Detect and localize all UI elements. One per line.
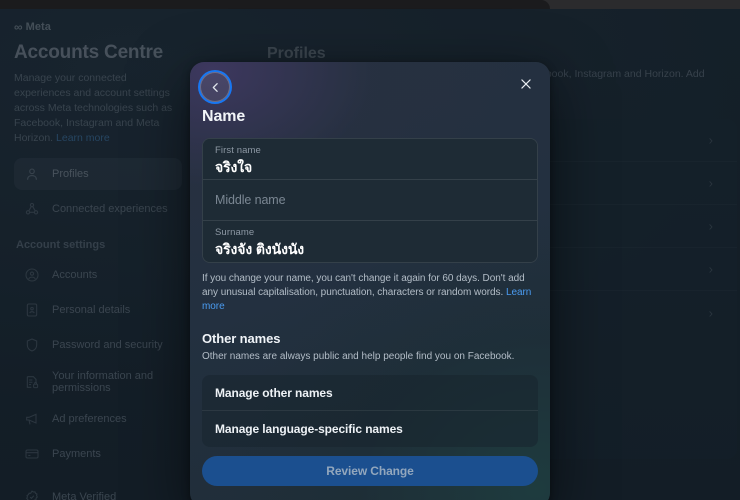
other-names-description: Other names are always public and help p… — [202, 351, 515, 362]
app-root: Profiles ebook, Instagram and Horizon. A… — [0, 0, 740, 500]
other-names-title: Other names — [202, 331, 281, 346]
surname-label: Surname — [215, 227, 255, 238]
browser-chrome-bar — [0, 0, 740, 9]
close-icon — [521, 79, 531, 89]
review-change-button[interactable]: Review Change — [202, 456, 538, 486]
dialog-header — [190, 62, 550, 112]
manage-language-specific-names-row[interactable]: Manage language-specific names — [202, 411, 538, 447]
back-button[interactable] — [200, 72, 230, 102]
manage-other-names-row[interactable]: Manage other names — [202, 375, 538, 411]
middle-name-field[interactable]: Middle name — [203, 180, 537, 221]
first-name-value: จริงใจ — [215, 159, 253, 175]
name-change-notice: If you change your name, you can't chang… — [202, 272, 538, 314]
close-button[interactable] — [516, 74, 536, 94]
middle-name-placeholder: Middle name — [215, 193, 286, 207]
dialog-body: First name จริงใจ Middle name Surname จร… — [202, 138, 538, 447]
other-names-menu: Manage other names Manage language-speci… — [202, 375, 538, 447]
first-name-field[interactable]: First name จริงใจ — [203, 139, 537, 180]
surname-value: จริงจัง ติงนังนัง — [215, 241, 305, 257]
name-fields-group: First name จริงใจ Middle name Surname จร… — [202, 138, 538, 263]
name-dialog: Name First name จริงใจ Middle name Surna… — [190, 62, 550, 500]
dialog-title: Name — [202, 108, 246, 125]
first-name-label: First name — [215, 145, 261, 156]
notice-text: If you change your name, you can't chang… — [202, 273, 525, 298]
surname-field[interactable]: Surname จริงจัง ติงนังนัง — [203, 221, 537, 262]
chevron-left-icon — [212, 82, 218, 92]
browser-active-tab[interactable] — [0, 0, 550, 9]
